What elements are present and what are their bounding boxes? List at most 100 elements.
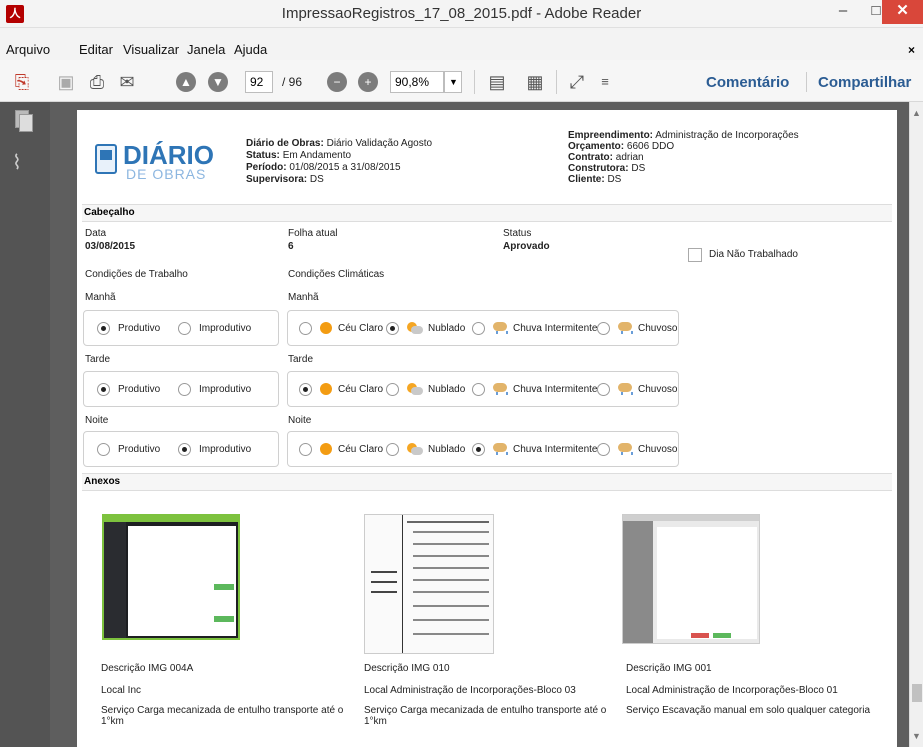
- menu-arquivo[interactable]: Arquivo: [6, 42, 50, 57]
- menu-ajuda[interactable]: Ajuda: [234, 42, 267, 57]
- print-icon[interactable]: ⎙: [85, 70, 109, 94]
- chuvoso-radio[interactable]: [597, 443, 610, 456]
- produtivo-radio[interactable]: [97, 383, 110, 396]
- chuva-intermitente-radio[interactable]: [472, 322, 485, 335]
- section-cabecalho: Cabeçalho: [82, 204, 892, 222]
- improdutivo-radio[interactable]: [178, 383, 191, 396]
- produtivo-radio[interactable]: [97, 443, 110, 456]
- ceu-claro-label: Céu Claro: [338, 323, 384, 334]
- scroll-mode-icon[interactable]: ▦: [523, 70, 547, 94]
- periodo-manha-label: Manhã: [85, 292, 116, 303]
- chuvoso-label: Chuvoso: [638, 323, 678, 334]
- value: Administração de Incorporações: [655, 130, 799, 141]
- label: Supervisora:: [246, 174, 308, 185]
- anexo-1-servico: Serviço Carga mecanizada de entulho tran…: [101, 705, 344, 716]
- chuvoso-label: Chuvoso: [638, 444, 678, 455]
- attachment-image-2[interactable]: [364, 514, 494, 654]
- menu-visualizar[interactable]: Visualizar: [123, 42, 179, 57]
- previous-page-icon[interactable]: ▲: [176, 72, 196, 92]
- header-info-right: Empreendimento: Administração de Incorpo…: [568, 130, 799, 185]
- rain-icon: [493, 322, 508, 335]
- nublado-radio[interactable]: [386, 443, 399, 456]
- attachment-image-3[interactable]: [622, 514, 760, 644]
- attachment-icon[interactable]: ⌇: [12, 150, 34, 176]
- scroll-down-icon[interactable]: ▼: [912, 731, 921, 741]
- heavy-rain-icon: [618, 443, 633, 456]
- heavy-rain-icon: [618, 383, 633, 396]
- close-button[interactable]: ✕: [882, 0, 923, 24]
- zoom-input[interactable]: 90,8%: [390, 71, 444, 93]
- anexo-1-servico-cont: 1°km: [101, 716, 124, 727]
- vertical-scrollbar[interactable]: ▲ ▼: [909, 102, 923, 747]
- window-title: ImpressaoRegistros_17_08_2015.pdf - Adob…: [281, 5, 642, 22]
- fit-page-icon[interactable]: ▤: [485, 70, 509, 94]
- anexo-1-descricao: Descrição IMG 004A: [101, 663, 194, 674]
- comment-button[interactable]: Comentário: [706, 74, 789, 91]
- ceu-claro-radio[interactable]: [299, 383, 312, 396]
- folha-value: 6: [288, 241, 294, 252]
- dia-nao-trabalhado-label: Dia Não Trabalhado: [709, 249, 798, 260]
- partly-cloudy-icon: [407, 443, 423, 456]
- clima-tarde-label: Tarde: [288, 354, 314, 365]
- zoom-dropdown-icon[interactable]: ▼: [444, 71, 462, 93]
- next-page-icon[interactable]: ▼: [208, 72, 228, 92]
- chuvoso-radio[interactable]: [597, 383, 610, 396]
- value: 6606 DDO: [626, 141, 675, 152]
- trabalho-tarde-group: Produtivo Improdutivo: [83, 371, 279, 407]
- minimize-button[interactable]: –: [826, 0, 860, 24]
- scroll-up-icon[interactable]: ▲: [912, 108, 921, 118]
- create-pdf-icon[interactable]: ⎘: [10, 70, 34, 94]
- zoom-out-icon[interactable]: −: [327, 72, 347, 92]
- page-thumbnails-icon[interactable]: [12, 110, 34, 134]
- value: DS: [607, 174, 622, 185]
- scroll-thumb[interactable]: [912, 684, 922, 702]
- improdutivo-radio[interactable]: [178, 443, 191, 456]
- email-icon[interactable]: ✉: [115, 70, 139, 94]
- clima-noite-group: Céu Claro Nublado Chuva Intermitente Chu…: [287, 431, 679, 467]
- dia-nao-trabalhado-checkbox[interactable]: [688, 248, 702, 262]
- ceu-claro-radio[interactable]: [299, 443, 312, 456]
- document-area: DIÁRIO DE OBRAS Diário de Obras: Diário …: [50, 102, 909, 747]
- nublado-radio[interactable]: [386, 383, 399, 396]
- produtivo-label: Produtivo: [118, 384, 161, 395]
- periodo-tarde-label: Tarde: [85, 354, 111, 365]
- folha-label: Folha atual: [288, 228, 338, 239]
- page-number-input[interactable]: 92: [245, 71, 273, 93]
- fullscreen-icon[interactable]: ⤢: [565, 70, 589, 94]
- clima-tarde-group: Céu Claro Nublado Chuva Intermitente Chu…: [287, 371, 679, 407]
- label: Contrato:: [568, 152, 613, 163]
- customize-toolbar-icon[interactable]: ≡: [593, 70, 617, 94]
- chuvoso-radio[interactable]: [597, 322, 610, 335]
- improdutivo-radio[interactable]: [178, 322, 191, 335]
- nublado-radio[interactable]: [386, 322, 399, 335]
- separator: [556, 70, 557, 94]
- zoom-in-icon[interactable]: +: [358, 72, 378, 92]
- sun-icon: [320, 443, 332, 455]
- data-label: Data: [85, 228, 107, 239]
- chuva-intermitente-radio[interactable]: [472, 443, 485, 456]
- attachment-image-1[interactable]: [102, 514, 240, 640]
- sun-icon: [320, 322, 332, 334]
- ceu-claro-label: Céu Claro: [338, 444, 384, 455]
- chuva-intermitente-radio[interactable]: [472, 383, 485, 396]
- anexo-3-local: Local Administração de Incorporações-Blo…: [626, 685, 838, 696]
- chuva-intermitente-label: Chuva Intermitente: [513, 323, 598, 334]
- pdf-page: DIÁRIO DE OBRAS Diário de Obras: Diário …: [77, 110, 897, 747]
- value: adrian: [615, 152, 644, 163]
- menu-editar[interactable]: Editar: [79, 42, 113, 57]
- improdutivo-label: Improdutivo: [199, 444, 252, 455]
- share-button[interactable]: Compartilhar: [818, 74, 911, 91]
- produtivo-radio[interactable]: [97, 322, 110, 335]
- logo-subtitle: DE OBRAS: [126, 166, 207, 182]
- ceu-claro-radio[interactable]: [299, 322, 312, 335]
- rain-icon: [493, 383, 508, 396]
- nublado-label: Nublado: [428, 444, 466, 455]
- menu-janela[interactable]: Janela: [187, 42, 225, 57]
- close-document-icon[interactable]: ×: [908, 43, 915, 57]
- value: Em Andamento: [282, 150, 352, 161]
- label: Período:: [246, 162, 287, 173]
- chuva-intermitente-label: Chuva Intermitente: [513, 384, 598, 395]
- sun-icon: [320, 383, 332, 395]
- save-icon[interactable]: ▣: [54, 70, 78, 94]
- status-value: Aprovado: [503, 241, 550, 252]
